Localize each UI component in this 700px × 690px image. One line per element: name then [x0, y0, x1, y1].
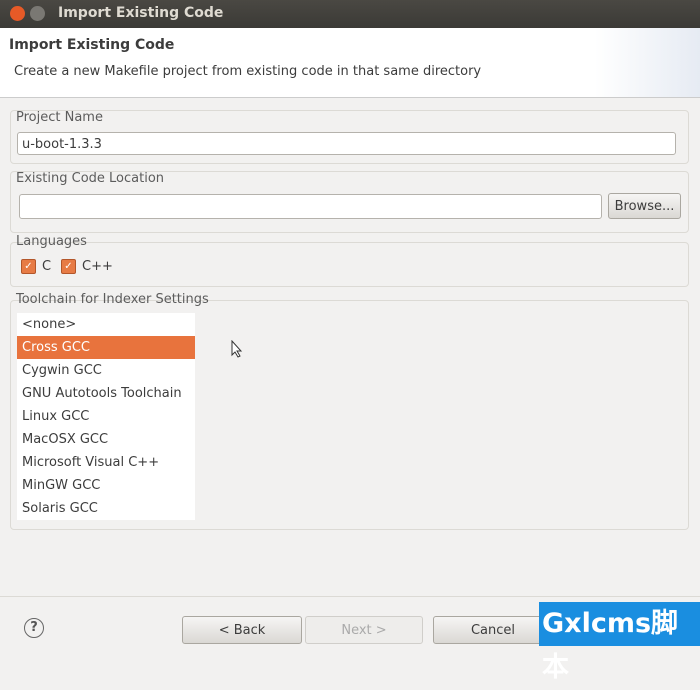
page-description: Create a new Makefile project from exist…	[14, 64, 482, 79]
back-button[interactable]: < Back	[182, 616, 302, 644]
list-item[interactable]: GNU Autotools Toolchain	[17, 382, 195, 405]
list-item[interactable]: <none>	[17, 313, 195, 336]
code-location-label: Existing Code Location	[16, 171, 165, 186]
toolchain-list[interactable]: <none> Cross GCC Cygwin GCC GNU Autotool…	[17, 313, 195, 520]
checkbox-label: C++	[82, 259, 113, 274]
list-item[interactable]: MacOSX GCC	[17, 428, 195, 451]
page-title: Import Existing Code	[9, 37, 175, 53]
list-item[interactable]: Linux GCC	[17, 405, 195, 428]
checkbox-c[interactable]: ✓ C	[21, 259, 51, 274]
code-location-input[interactable]	[19, 194, 602, 219]
next-button: Next >	[305, 616, 423, 644]
list-item-selected[interactable]: Cross GCC	[17, 336, 195, 359]
project-name-label: Project Name	[16, 110, 103, 125]
checkbox-checked-icon: ✓	[61, 259, 76, 274]
mouse-cursor-icon	[231, 340, 243, 358]
checkbox-label: C	[42, 259, 52, 274]
wizard-header: Import Existing Code Create a new Makefi…	[0, 28, 700, 98]
list-item[interactable]: MinGW GCC	[17, 474, 195, 497]
window-title: Import Existing Code	[58, 5, 224, 21]
title-bar: Import Existing Code	[0, 0, 700, 28]
minimize-icon[interactable]	[30, 6, 45, 21]
close-icon[interactable]	[10, 6, 25, 21]
checkbox-checked-icon: ✓	[21, 259, 36, 274]
browse-button[interactable]: Browse...	[608, 193, 681, 219]
cancel-button[interactable]: Cancel	[433, 616, 553, 644]
list-item[interactable]: Microsoft Visual C++	[17, 451, 195, 474]
help-icon[interactable]: ?	[24, 618, 44, 638]
list-item[interactable]: Cygwin GCC	[17, 359, 195, 382]
project-name-input[interactable]: u-boot-1.3.3	[17, 132, 676, 155]
footer-divider	[0, 596, 700, 597]
list-item[interactable]: Solaris GCC	[17, 497, 195, 520]
checkbox-cpp[interactable]: ✓ C++	[61, 259, 113, 274]
watermark: Gxlcms脚本	[539, 602, 700, 683]
languages-label: Languages	[16, 234, 87, 249]
toolchain-label: Toolchain for Indexer Settings	[16, 292, 209, 307]
